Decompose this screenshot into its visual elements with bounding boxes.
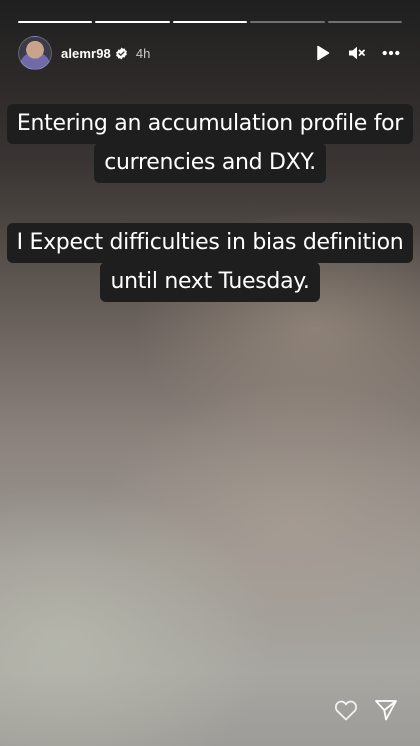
story-text-line: currencies and DXY. bbox=[94, 143, 326, 183]
story-progress-bar bbox=[18, 21, 403, 23]
username[interactable]: alemr98 bbox=[61, 46, 111, 61]
progress-segment bbox=[250, 21, 325, 23]
progress-segment bbox=[95, 21, 170, 23]
progress-segment bbox=[327, 21, 403, 23]
send-icon[interactable] bbox=[374, 698, 398, 722]
progress-segment bbox=[172, 21, 248, 23]
play-icon[interactable] bbox=[314, 44, 332, 62]
story-paragraph: Entering an accumulation profile for cur… bbox=[0, 104, 420, 183]
story-paragraph: I Expect difficulties in bias definition… bbox=[0, 223, 420, 302]
avatar[interactable] bbox=[18, 36, 52, 70]
progress-segment bbox=[18, 21, 93, 23]
story-header: alemr98 4h bbox=[18, 36, 400, 70]
story-timestamp: 4h bbox=[135, 45, 151, 61]
mute-icon[interactable] bbox=[348, 44, 366, 62]
heart-icon[interactable] bbox=[334, 698, 358, 722]
story-text-line: I Expect difficulties in bias definition bbox=[6, 223, 414, 263]
story-text-line: until next Tuesday. bbox=[100, 262, 320, 302]
story-footer bbox=[334, 698, 398, 722]
more-icon[interactable] bbox=[382, 44, 400, 62]
story-text-line: Entering an accumulation profile for bbox=[6, 104, 414, 144]
story-viewer[interactable]: alemr98 4h Entering an accumulation prof… bbox=[0, 0, 420, 746]
verified-badge-icon bbox=[115, 47, 128, 60]
